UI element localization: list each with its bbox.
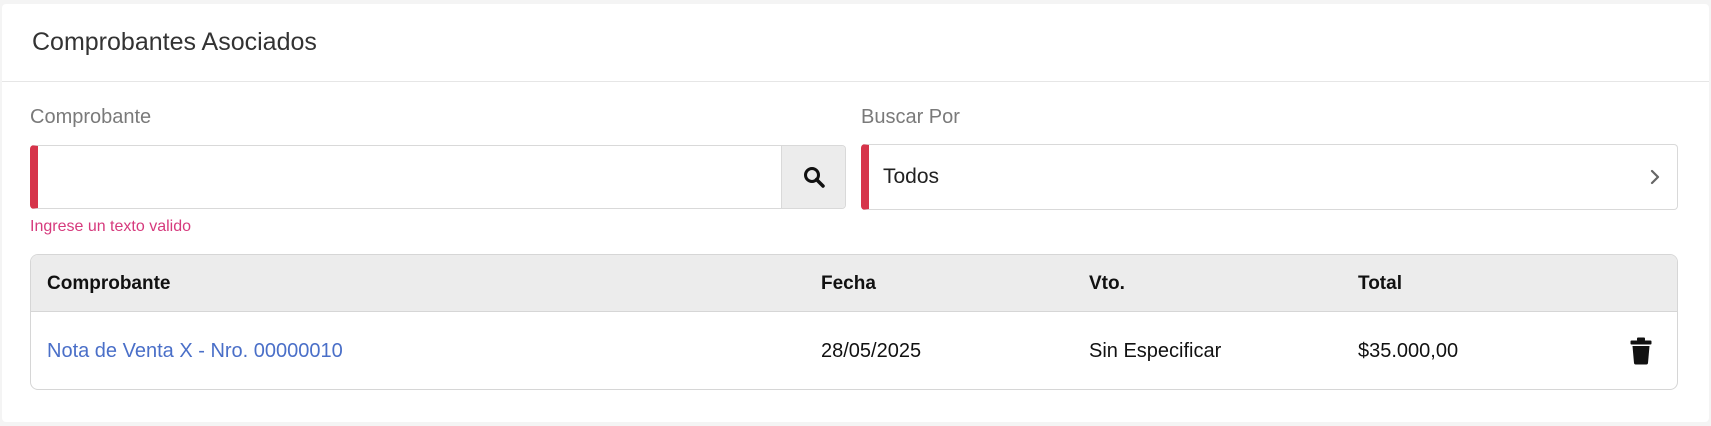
buscar-por-value: Todos: [883, 165, 940, 188]
buscar-por-label: Buscar Por: [861, 106, 960, 128]
comprobante-input[interactable]: [38, 146, 781, 208]
header-total: Total: [1358, 272, 1402, 294]
total-cell: $35.000,00: [1358, 339, 1459, 362]
table-row: Nota de Venta X - Nro. 00000010 28/05/20…: [31, 312, 1677, 389]
comprobante-input-group: [30, 145, 846, 209]
trash-icon: [1630, 337, 1652, 365]
search-button[interactable]: [781, 146, 845, 208]
header-vto: Vto.: [1089, 272, 1125, 294]
header-fecha: Fecha: [821, 272, 876, 294]
card-title: Comprobantes Asociados: [32, 28, 317, 56]
buscar-por-select[interactable]: Todos: [861, 144, 1678, 210]
fecha-cell: 28/05/2025: [821, 339, 922, 362]
comprobante-label: Comprobante: [30, 106, 152, 128]
card-header: Comprobantes Asociados: [2, 4, 1709, 82]
search-icon: [803, 167, 825, 188]
comprobantes-table: Comprobante Fecha Vto. Total Nota de Ven…: [30, 254, 1678, 390]
delete-button[interactable]: [1630, 312, 1652, 389]
comprobante-link[interactable]: Nota de Venta X - Nro. 00000010: [47, 312, 343, 389]
table-header-row: Comprobante Fecha Vto. Total: [31, 255, 1677, 312]
header-comprobante: Comprobante: [47, 272, 171, 294]
comprobante-error: Ingrese un texto valido: [30, 218, 191, 235]
vto-cell: Sin Especificar: [1089, 339, 1222, 362]
chevron-right-icon: [1633, 169, 1677, 185]
